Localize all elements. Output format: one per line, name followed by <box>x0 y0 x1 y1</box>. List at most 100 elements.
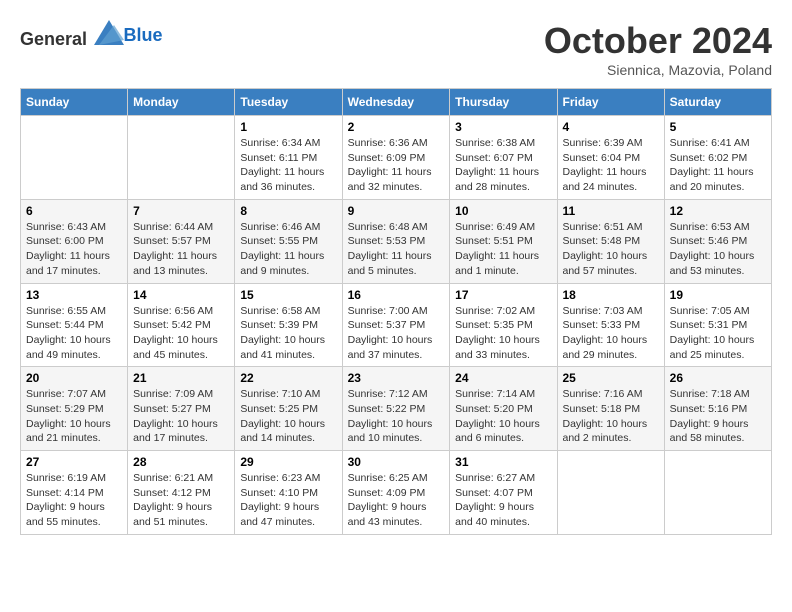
logo-blue: Blue <box>124 25 163 45</box>
calendar-cell: 21Sunrise: 7:09 AM Sunset: 5:27 PM Dayli… <box>128 367 235 451</box>
calendar-cell <box>128 116 235 200</box>
day-number: 10 <box>455 204 551 218</box>
day-info: Sunrise: 6:58 AM Sunset: 5:39 PM Dayligh… <box>240 304 336 363</box>
day-info: Sunrise: 7:10 AM Sunset: 5:25 PM Dayligh… <box>240 387 336 446</box>
day-info: Sunrise: 6:21 AM Sunset: 4:12 PM Dayligh… <box>133 471 229 530</box>
day-info: Sunrise: 6:27 AM Sunset: 4:07 PM Dayligh… <box>455 471 551 530</box>
calendar-cell <box>557 451 664 535</box>
calendar-cell: 31 Sunrise: 6:27 AM Sunset: 4:07 PM Dayli… <box>450 451 557 535</box>
day-number: 17 <box>455 288 551 302</box>
day-number: 12 <box>670 204 766 218</box>
logo-general: General <box>20 29 87 49</box>
day-number: 30 <box>348 455 445 469</box>
day-number: 11 <box>563 204 659 218</box>
location: Siennica, Mazovia, Poland <box>544 62 772 78</box>
calendar-cell: 28 Sunrise: 6:21 AM Sunset: 4:12 PM Dayli… <box>128 451 235 535</box>
calendar-cell: 14Sunrise: 6:56 AM Sunset: 5:42 PM Dayli… <box>128 283 235 367</box>
day-info: Sunrise: 6:19 AM Sunset: 4:14 PM Dayligh… <box>26 471 122 530</box>
calendar-cell: 25Sunrise: 7:16 AM Sunset: 5:18 PM Dayli… <box>557 367 664 451</box>
day-info: Sunrise: 6:38 AM Sunset: 6:07 PM Dayligh… <box>455 136 551 195</box>
calendar-cell: 15 Sunrise: 6:58 AM Sunset: 5:39 PM Dayli… <box>235 283 342 367</box>
day-info: Sunrise: 6:55 AM Sunset: 5:44 PM Dayligh… <box>26 304 122 363</box>
calendar-cell: 1 Sunrise: 6:34 AM Sunset: 6:11 PM Daylig… <box>235 116 342 200</box>
day-number: 1 <box>240 120 336 134</box>
day-info: Sunrise: 7:14 AM Sunset: 5:20 PM Dayligh… <box>455 387 551 446</box>
day-number: 7 <box>133 204 229 218</box>
calendar-cell: 6 Sunrise: 6:43 AM Sunset: 6:00 PM Daylig… <box>21 199 128 283</box>
day-info: Sunrise: 6:44 AM Sunset: 5:57 PM Dayligh… <box>133 220 229 279</box>
day-number: 15 <box>240 288 336 302</box>
day-info: Sunrise: 6:56 AM Sunset: 5:42 PM Dayligh… <box>133 304 229 363</box>
day-info: Sunrise: 7:12 AM Sunset: 5:22 PM Dayligh… <box>348 387 445 446</box>
calendar-cell: 12 Sunrise: 6:53 AM Sunset: 5:46 PM Dayli… <box>664 199 771 283</box>
day-number: 16 <box>348 288 445 302</box>
calendar-cell: 24Sunrise: 7:14 AM Sunset: 5:20 PM Dayli… <box>450 367 557 451</box>
day-info: Sunrise: 6:51 AM Sunset: 5:48 PM Dayligh… <box>563 220 659 279</box>
day-number: 2 <box>348 120 445 134</box>
day-info: Sunrise: 7:05 AM Sunset: 5:31 PM Dayligh… <box>670 304 766 363</box>
calendar-cell: 9 Sunrise: 6:48 AM Sunset: 5:53 PM Daylig… <box>342 199 450 283</box>
day-info: Sunrise: 6:23 AM Sunset: 4:10 PM Dayligh… <box>240 471 336 530</box>
day-info: Sunrise: 7:07 AM Sunset: 5:29 PM Dayligh… <box>26 387 122 446</box>
day-of-week-header: Thursday <box>450 89 557 116</box>
day-number: 27 <box>26 455 122 469</box>
day-number: 4 <box>563 120 659 134</box>
day-number: 23 <box>348 371 445 385</box>
day-info: Sunrise: 6:46 AM Sunset: 5:55 PM Dayligh… <box>240 220 336 279</box>
calendar-cell: 30 Sunrise: 6:25 AM Sunset: 4:09 PM Dayli… <box>342 451 450 535</box>
day-number: 3 <box>455 120 551 134</box>
calendar-cell: 27 Sunrise: 6:19 AM Sunset: 4:14 PM Dayli… <box>21 451 128 535</box>
day-of-week-header: Saturday <box>664 89 771 116</box>
day-info: Sunrise: 6:49 AM Sunset: 5:51 PM Dayligh… <box>455 220 551 279</box>
calendar-cell: 26 Sunrise: 7:18 AM Sunset: 5:16 PM Dayli… <box>664 367 771 451</box>
day-info: Sunrise: 7:18 AM Sunset: 5:16 PM Dayligh… <box>670 387 766 446</box>
calendar-cell: 13 Sunrise: 6:55 AM Sunset: 5:44 PM Dayli… <box>21 283 128 367</box>
day-number: 21 <box>133 371 229 385</box>
day-info: Sunrise: 6:39 AM Sunset: 6:04 PM Dayligh… <box>563 136 659 195</box>
calendar-cell: 3 Sunrise: 6:38 AM Sunset: 6:07 PM Daylig… <box>450 116 557 200</box>
day-number: 28 <box>133 455 229 469</box>
calendar-cell: 22 Sunrise: 7:10 AM Sunset: 5:25 PM Dayli… <box>235 367 342 451</box>
calendar-cell: 7 Sunrise: 6:44 AM Sunset: 5:57 PM Daylig… <box>128 199 235 283</box>
calendar-cell: 16 Sunrise: 7:00 AM Sunset: 5:37 PM Dayli… <box>342 283 450 367</box>
day-number: 29 <box>240 455 336 469</box>
day-info: Sunrise: 6:48 AM Sunset: 5:53 PM Dayligh… <box>348 220 445 279</box>
day-number: 18 <box>563 288 659 302</box>
month-title: October 2024 <box>544 20 772 62</box>
calendar-cell <box>664 451 771 535</box>
day-of-week-header: Sunday <box>21 89 128 116</box>
day-info: Sunrise: 6:43 AM Sunset: 6:00 PM Dayligh… <box>26 220 122 279</box>
page-header: General Blue October 2024 Siennica, Mazo… <box>20 20 772 78</box>
day-info: Sunrise: 7:02 AM Sunset: 5:35 PM Dayligh… <box>455 304 551 363</box>
day-number: 22 <box>240 371 336 385</box>
day-info: Sunrise: 7:00 AM Sunset: 5:37 PM Dayligh… <box>348 304 445 363</box>
day-info: Sunrise: 6:25 AM Sunset: 4:09 PM Dayligh… <box>348 471 445 530</box>
day-number: 8 <box>240 204 336 218</box>
calendar-cell: 5 Sunrise: 6:41 AM Sunset: 6:02 PM Daylig… <box>664 116 771 200</box>
day-number: 9 <box>348 204 445 218</box>
calendar: SundayMondayTuesdayWednesdayThursdayFrid… <box>20 88 772 535</box>
calendar-cell: 23 Sunrise: 7:12 AM Sunset: 5:22 PM Dayli… <box>342 367 450 451</box>
day-number: 26 <box>670 371 766 385</box>
calendar-cell: 4 Sunrise: 6:39 AM Sunset: 6:04 PM Daylig… <box>557 116 664 200</box>
calendar-cell: 2Sunrise: 6:36 AM Sunset: 6:09 PM Daylig… <box>342 116 450 200</box>
calendar-cell: 17 Sunrise: 7:02 AM Sunset: 5:35 PM Dayli… <box>450 283 557 367</box>
logo: General Blue <box>20 20 163 50</box>
calendar-cell: 10 Sunrise: 6:49 AM Sunset: 5:51 PM Dayli… <box>450 199 557 283</box>
day-of-week-header: Wednesday <box>342 89 450 116</box>
day-number: 13 <box>26 288 122 302</box>
day-number: 20 <box>26 371 122 385</box>
day-info: Sunrise: 6:34 AM Sunset: 6:11 PM Dayligh… <box>240 136 336 195</box>
day-info: Sunrise: 7:16 AM Sunset: 5:18 PM Dayligh… <box>563 387 659 446</box>
calendar-cell: 19Sunrise: 7:05 AM Sunset: 5:31 PM Dayli… <box>664 283 771 367</box>
calendar-cell: 8 Sunrise: 6:46 AM Sunset: 5:55 PM Daylig… <box>235 199 342 283</box>
calendar-cell <box>21 116 128 200</box>
day-number: 31 <box>455 455 551 469</box>
day-number: 5 <box>670 120 766 134</box>
day-info: Sunrise: 7:03 AM Sunset: 5:33 PM Dayligh… <box>563 304 659 363</box>
day-number: 6 <box>26 204 122 218</box>
logo-icon <box>94 20 124 45</box>
day-of-week-header: Friday <box>557 89 664 116</box>
day-info: Sunrise: 6:41 AM Sunset: 6:02 PM Dayligh… <box>670 136 766 195</box>
day-info: Sunrise: 6:53 AM Sunset: 5:46 PM Dayligh… <box>670 220 766 279</box>
